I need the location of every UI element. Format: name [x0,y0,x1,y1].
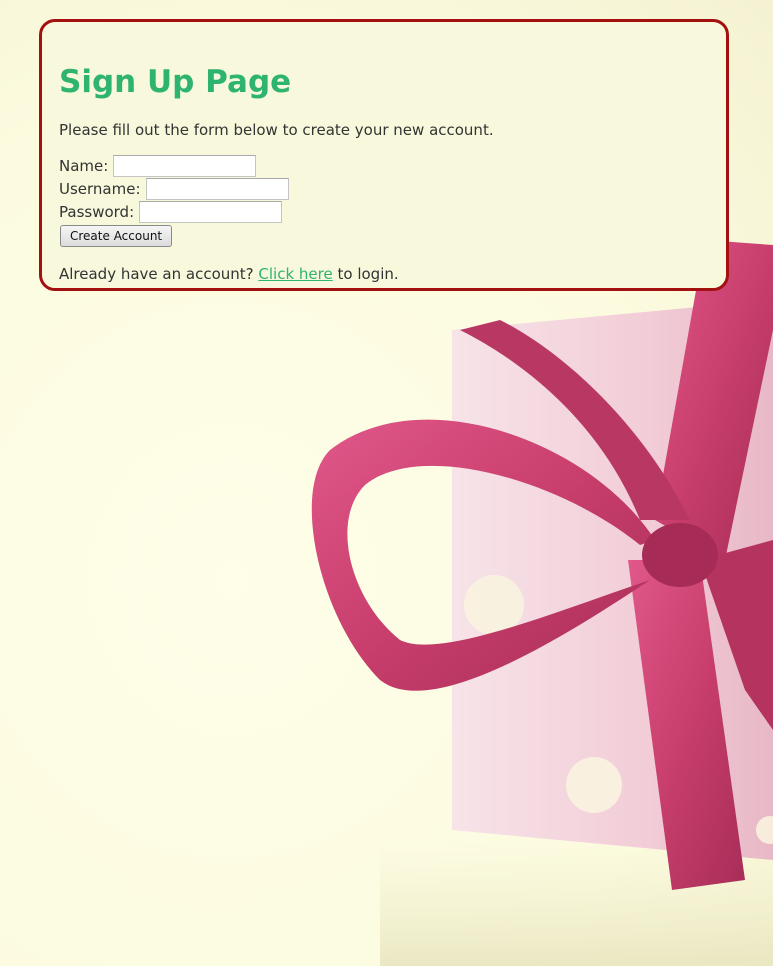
signup-form: Name: Username: Password: Create Account [59,154,709,247]
password-label: Password: [59,202,135,221]
password-row: Password: [59,200,709,223]
username-input[interactable] [145,177,289,200]
login-prefix: Already have an account? [59,265,254,283]
signup-panel: Sign Up Page Please fill out the form be… [39,19,729,291]
intro-text: Please fill out the form below to create… [59,121,494,139]
username-row: Username: [59,177,709,200]
login-suffix: to login. [337,265,399,283]
name-row: Name: [59,154,709,177]
name-input[interactable] [113,154,257,177]
username-label: Username: [59,179,141,198]
login-link[interactable]: Click here [258,265,332,283]
login-prompt: Already have an account? Click here to l… [59,264,709,284]
page-title: Sign Up Page [59,64,292,100]
password-input[interactable] [139,200,283,223]
create-account-button[interactable]: Create Account [60,225,173,247]
name-label: Name: [59,156,109,175]
